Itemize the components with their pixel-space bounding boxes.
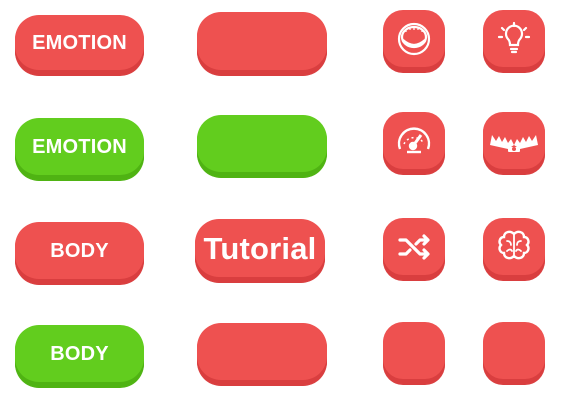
body-button-red[interactable]: BODY	[15, 222, 144, 284]
blank-square-button[interactable]	[383, 322, 445, 384]
body-button-green[interactable]: BODY	[15, 325, 144, 387]
brain-button[interactable]	[483, 218, 545, 280]
emotion-button-label: EMOTION	[32, 31, 127, 54]
body-button-label: BODY	[50, 239, 109, 262]
emotion-button-red[interactable]: EMOTION	[15, 15, 144, 75]
lightbulb-button[interactable]	[483, 10, 545, 72]
speedometer-icon	[393, 120, 435, 162]
shuffle-icon	[394, 227, 434, 267]
lightbulb-icon	[494, 19, 534, 59]
body-button-label: BODY	[50, 342, 109, 365]
bear-trap-icon	[490, 121, 538, 161]
coin-button[interactable]	[383, 10, 445, 72]
bear-trap-button[interactable]	[483, 112, 545, 174]
emotion-button-label: EMOTION	[32, 135, 127, 158]
tutorial-button-label: Tutorial	[203, 230, 317, 266]
coin-icon	[394, 19, 434, 59]
tutorial-button[interactable]: Tutorial	[195, 219, 325, 282]
blank-button-red[interactable]	[197, 12, 327, 75]
shuffle-button[interactable]	[383, 218, 445, 280]
emotion-button-green[interactable]: EMOTION	[15, 118, 144, 180]
brain-icon	[493, 226, 535, 268]
speedometer-button[interactable]	[383, 112, 445, 174]
blank-button-red-2[interactable]	[197, 323, 327, 385]
blank-square-button-2[interactable]	[483, 322, 545, 384]
blank-button-green[interactable]	[197, 115, 327, 177]
